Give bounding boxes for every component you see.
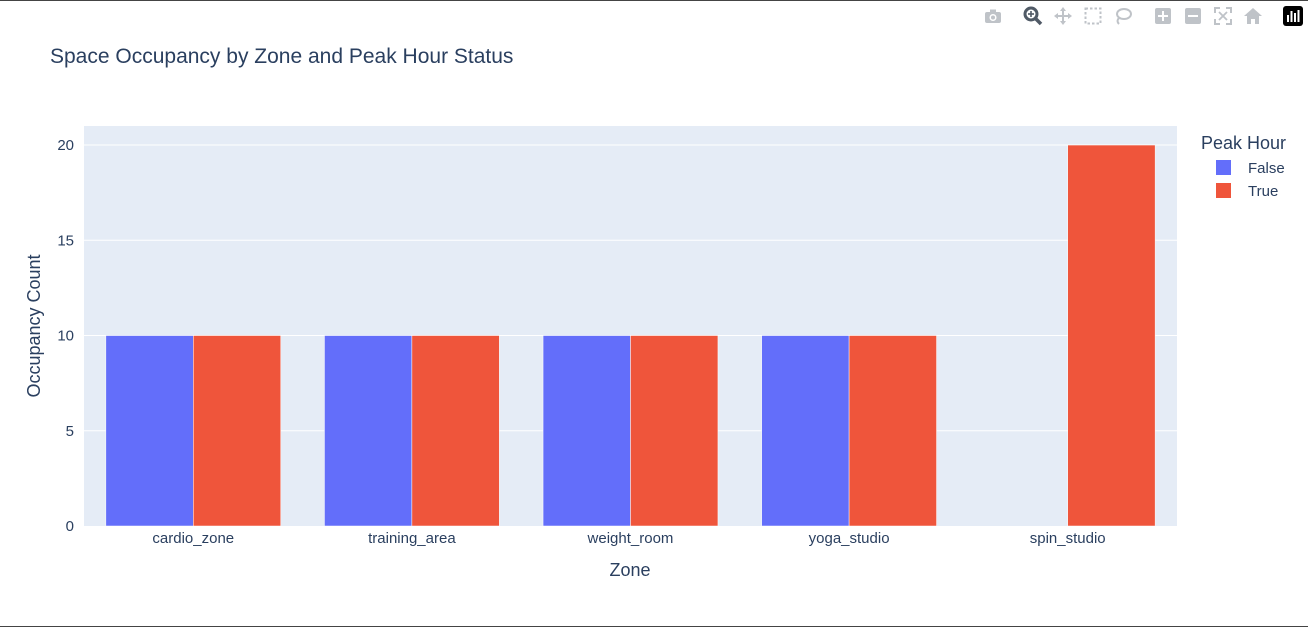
bar-cardio_zone-true[interactable] — [193, 335, 281, 527]
y-axis-ticks: 0 5 10 15 20 — [57, 137, 74, 535]
legend-title: Peak Hour — [1201, 133, 1286, 153]
bar-training_area-false[interactable] — [324, 335, 413, 527]
bar-training_area-true[interactable] — [411, 335, 500, 527]
legend-label-true[interactable]: True — [1248, 183, 1278, 200]
bar-weight_room-true[interactable] — [630, 335, 719, 527]
y-tick-label: 10 — [57, 328, 74, 345]
x-tick-label: yoga_studio — [809, 530, 890, 547]
x-tick-label: spin_studio — [1030, 530, 1106, 547]
y-tick-label: 5 — [66, 423, 74, 440]
x-axis-ticks: cardio_zone training_area weight_room yoga_… — [152, 530, 1105, 547]
y-axis-title: Occupancy Count — [24, 254, 44, 397]
legend: Peak Hour False True — [1201, 133, 1286, 200]
x-tick-label: training_area — [368, 530, 456, 547]
legend-label-false[interactable]: False — [1248, 160, 1285, 177]
x-axis-title: Zone — [609, 560, 650, 580]
y-tick-label: 0 — [66, 518, 74, 535]
bar-cardio_zone-false[interactable] — [105, 335, 194, 527]
bar-chart: Space Occupancy by Zone and Peak Hour St… — [24, 45, 1286, 580]
x-tick-label: weight_room — [587, 530, 674, 547]
y-tick-label: 20 — [57, 137, 74, 154]
y-tick-label: 15 — [57, 232, 74, 249]
bar-spin_studio-true[interactable] — [1067, 144, 1156, 527]
bar-yoga_studio-false[interactable] — [761, 335, 850, 527]
bar-yoga_studio-true[interactable] — [848, 335, 937, 527]
x-tick-label: cardio_zone — [152, 530, 234, 547]
legend-swatch-true[interactable] — [1216, 183, 1231, 198]
bar-weight_room-false[interactable] — [542, 335, 631, 527]
chart-title: Space Occupancy by Zone and Peak Hour St… — [50, 45, 513, 68]
legend-swatch-false[interactable] — [1216, 160, 1231, 175]
